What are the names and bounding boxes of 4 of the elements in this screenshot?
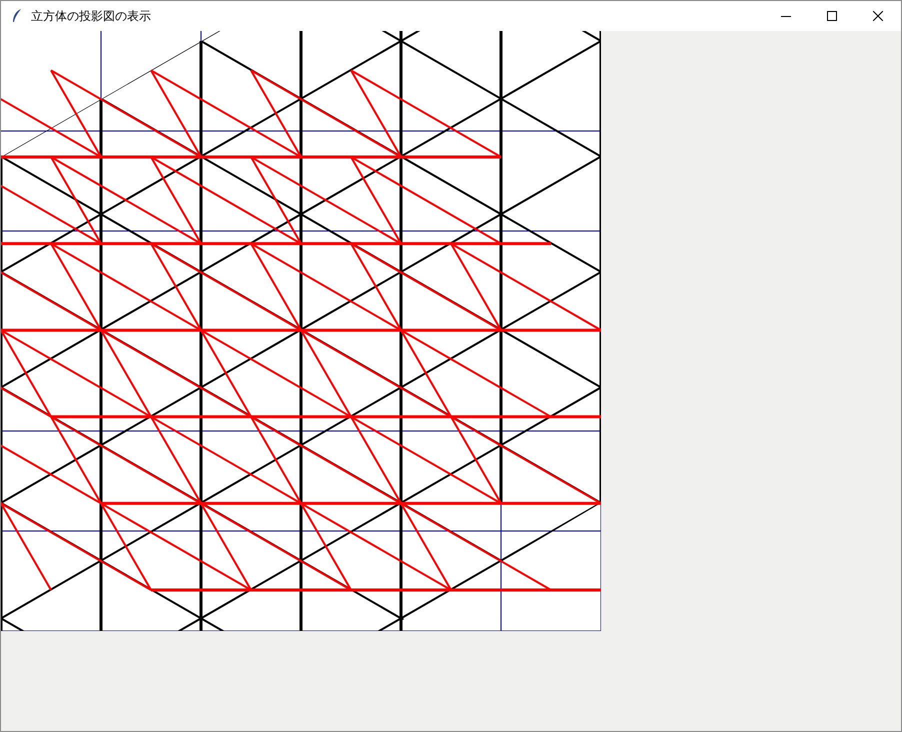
window-title: 立方体の投影図の表示 xyxy=(31,8,151,25)
close-icon xyxy=(873,11,883,21)
maximize-icon xyxy=(827,11,837,21)
feather-icon xyxy=(11,8,23,24)
